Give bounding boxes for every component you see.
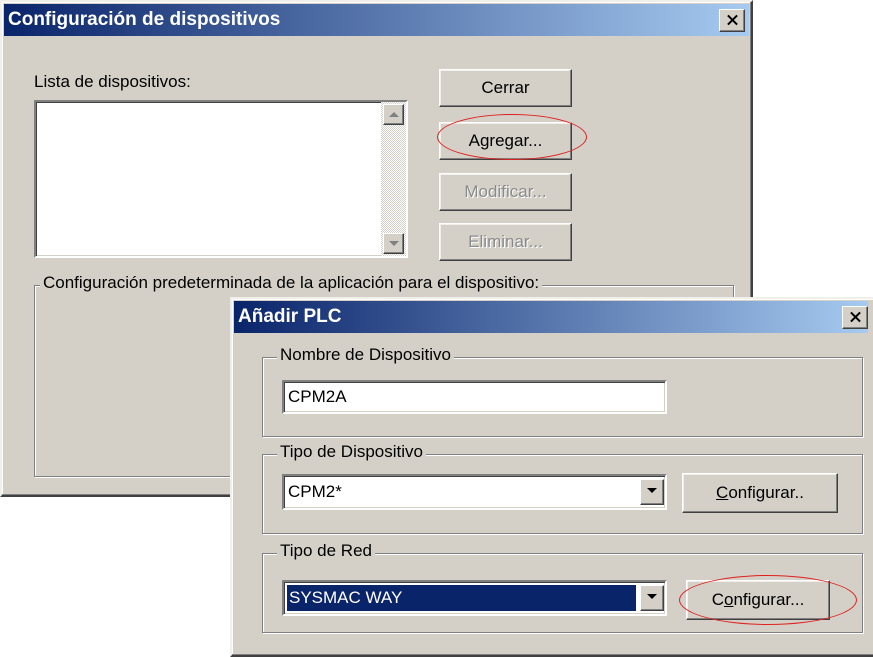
modify-button[interactable]: Modificar... bbox=[439, 173, 572, 211]
device-type-value: CPM2* bbox=[288, 482, 342, 501]
device-type-label: Tipo de Dispositivo bbox=[277, 442, 426, 462]
default-config-label: Configuración predeterminada de la aplic… bbox=[40, 273, 543, 293]
device-config-titlebar[interactable]: Configuración de dispositivos bbox=[4, 4, 749, 36]
add-button[interactable]: Agregar... bbox=[439, 122, 572, 160]
device-list[interactable] bbox=[34, 100, 408, 258]
close-icon[interactable] bbox=[719, 9, 745, 32]
add-plc-window: Añadir PLC Nombre de Dispositivo CPM2A T… bbox=[230, 297, 873, 657]
network-type-value: SYSMAC WAY bbox=[289, 588, 403, 607]
network-type-selected: SYSMAC WAY bbox=[287, 585, 636, 611]
add-plc-titlebar[interactable]: Añadir PLC bbox=[234, 301, 868, 333]
device-name-value: CPM2A bbox=[288, 387, 347, 406]
close-button[interactable]: Cerrar bbox=[439, 69, 572, 107]
device-name-label: Nombre de Dispositivo bbox=[277, 345, 455, 365]
arrow-up-icon bbox=[389, 112, 399, 117]
network-type-configure-button[interactable]: Configurar... bbox=[686, 580, 830, 620]
configure-label-rest: onfigurar.. bbox=[728, 483, 804, 502]
close-icon[interactable] bbox=[842, 306, 868, 329]
mnemonic-c: C bbox=[716, 483, 729, 502]
device-list-label: Lista de dispositivos: bbox=[34, 72, 191, 91]
network-type-label: Tipo de Red bbox=[277, 541, 375, 561]
device-type-select[interactable]: CPM2* bbox=[282, 474, 667, 510]
chevron-down-icon bbox=[647, 594, 657, 599]
device-type-dropdown-button[interactable] bbox=[640, 479, 664, 505]
add-plc-title: Añadir PLC bbox=[238, 306, 342, 327]
scroll-up-button[interactable] bbox=[383, 104, 404, 125]
chevron-down-icon bbox=[647, 488, 657, 493]
network-type-dropdown-button[interactable] bbox=[640, 585, 664, 611]
device-type-configure-button[interactable]: Configurar.. bbox=[682, 473, 838, 513]
device-list-scrollbar[interactable] bbox=[381, 102, 406, 256]
arrow-down-icon bbox=[389, 241, 399, 246]
network-type-select[interactable]: SYSMAC WAY bbox=[282, 580, 667, 616]
configure-label-rest: nfigurar... bbox=[733, 590, 805, 609]
delete-button[interactable]: Eliminar... bbox=[439, 223, 572, 261]
device-config-title: Configuración de dispositivos bbox=[8, 9, 281, 30]
scroll-down-button[interactable] bbox=[383, 233, 404, 254]
configure-label-prefix: C bbox=[711, 590, 724, 609]
device-name-input[interactable]: CPM2A bbox=[282, 380, 667, 414]
